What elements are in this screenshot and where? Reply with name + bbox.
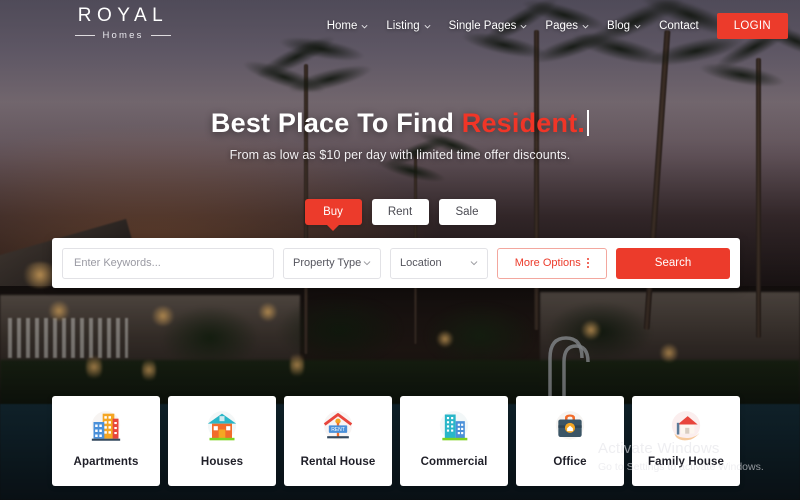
nav-label: Blog [607,20,631,32]
typing-cursor-icon [587,110,590,136]
category-card-commercial[interactable]: Commercial [400,396,508,486]
nav-item-pages[interactable]: Pages [536,16,598,36]
listing-type-tabs: Buy Rent Sale [0,199,800,225]
tab-sale[interactable]: Sale [438,199,496,225]
nav-label: Pages [545,20,579,32]
nav-item-single-pages[interactable]: Single Pages [440,16,537,36]
category-label: Houses [200,456,244,468]
category-label: Rental House [300,456,376,468]
category-card-apartments[interactable]: Apartments [52,396,160,486]
category-label: Office [553,456,587,468]
hero-headline: Best Place To Find Resident. [0,108,800,139]
tab-buy[interactable]: Buy [304,199,362,225]
search-keywords-input[interactable] [62,247,274,279]
hero-text-block: Best Place To Find Resident. From as low… [0,108,800,162]
category-label: Commercial [420,456,488,468]
category-cards: Apartments Houses RENT Rental House Comm… [52,396,740,486]
category-card-office[interactable]: Office [516,396,624,486]
location-value: Location [400,257,442,269]
brand-tagline-row: Homes [38,30,208,41]
brand-name: ROYAL [77,5,169,26]
property-search-bar: Property Type Location More Options Sear… [52,238,740,288]
tab-rent[interactable]: Rent [371,199,429,225]
chevron-down-icon [362,24,368,28]
chevron-down-icon [634,24,641,28]
category-card-family-house[interactable]: Family House [632,396,740,486]
category-card-rental-house[interactable]: RENT Rental House [284,396,392,486]
dash-left-icon [75,35,96,36]
location-select[interactable]: Location [390,247,488,279]
more-options-label: More Options [514,257,581,269]
nav-label: Home [326,20,358,32]
login-button[interactable]: LOGIN [716,13,788,39]
nav-label: Listing [386,20,420,32]
nav-item-listing[interactable]: Listing [377,16,439,36]
rental-house-sign-icon: RENT [323,411,353,440]
chevron-down-icon [470,261,478,266]
chevron-down-icon [363,261,371,266]
svg-text:RENT: RENT [331,427,345,433]
vertical-dots-icon [586,257,590,269]
property-type-value: Property Type [293,257,362,269]
chevron-down-icon [521,24,527,28]
landing-page: ROYAL Homes Home Listing Single Pages Pa… [0,0,800,500]
more-options-button[interactable]: More Options [497,247,607,279]
nav-item-blog[interactable]: Blog [598,16,650,36]
search-button[interactable]: Search [616,247,730,279]
dash-right-icon [150,35,171,36]
brand-logo[interactable]: ROYAL Homes [38,6,208,41]
chevron-down-icon [582,24,589,28]
category-label: Apartments [73,456,139,468]
briefcase-office-icon [555,411,585,440]
hero-subheadline: From as low as $10 per day with limited … [229,148,571,162]
site-header: ROYAL Homes Home Listing Single Pages Pa… [0,0,800,52]
category-card-houses[interactable]: Houses [168,396,276,486]
brand-tagline: Homes [102,30,144,41]
main-navigation: Home Listing Single Pages Pages Blog Con… [318,13,788,39]
property-type-select[interactable]: Property Type [283,247,381,279]
nav-label: Contact [659,20,699,32]
nav-item-contact[interactable]: Contact [650,16,708,36]
family-house-hand-icon [671,411,701,441]
category-label: Family House [648,456,724,468]
headline-accent: Resident. [461,108,586,138]
apartment-buildings-icon [91,411,121,441]
nav-item-home[interactable]: Home [318,16,378,36]
headline-static: Best Place To Find [210,108,462,138]
nav-label: Single Pages [448,20,517,32]
house-icon [207,411,237,441]
commercial-buildings-icon [439,411,469,441]
chevron-down-icon [424,24,430,28]
